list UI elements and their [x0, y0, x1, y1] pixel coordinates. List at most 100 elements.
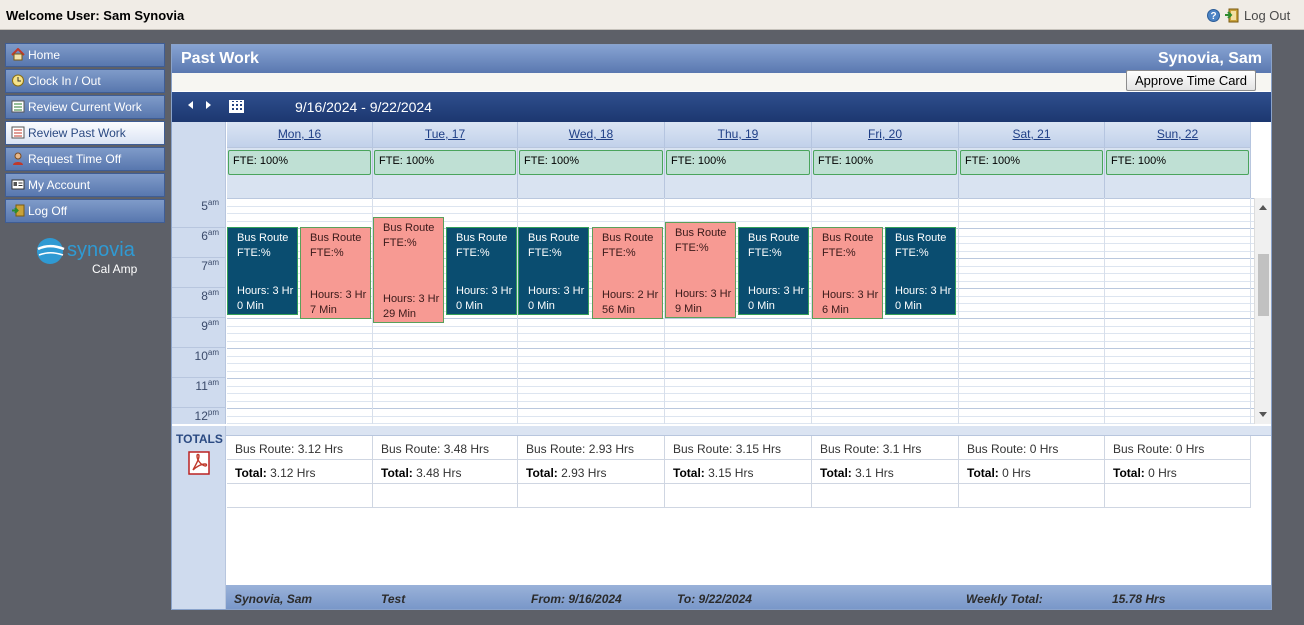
hour-label: 7am: [172, 258, 226, 288]
nav-item-my-account[interactable]: My Account: [5, 173, 165, 197]
day-total-label: Total:: [1113, 466, 1145, 480]
fte-badge[interactable]: FTE: 100%: [374, 150, 516, 175]
totals-label-column: TOTALS: [172, 426, 226, 585]
grid-line: [227, 400, 1254, 402]
event-fte: FTE:%: [675, 242, 709, 254]
day-header-2[interactable]: Wed, 18: [518, 122, 665, 147]
day-totals: Bus Route: 3.12 Hrs Total: 3.12 Hrs: [227, 436, 373, 508]
work-event[interactable]: Bus Route FTE:% Hours: 3 Hr 6 Min: [812, 227, 883, 319]
hour-ampm: am: [207, 348, 219, 357]
nav-item-review-past-work[interactable]: Review Past Work: [5, 121, 165, 145]
id-card-icon: [11, 179, 25, 190]
worksheet-icon: [11, 100, 25, 113]
work-event[interactable]: Bus Route FTE:% Hours: 3 Hr 0 Min: [738, 227, 809, 315]
footer-left-cell: [172, 585, 226, 609]
footer-weekly-label: Weekly Total:: [966, 592, 1043, 606]
work-event[interactable]: Bus Route FTE:% Hours: 3 Hr 9 Min: [665, 222, 736, 318]
all-day-cell: FTE: 100%: [1105, 147, 1251, 198]
scroll-down-icon[interactable]: [1259, 412, 1267, 417]
fte-badge[interactable]: FTE: 100%: [1106, 150, 1249, 175]
fte-badge[interactable]: FTE: 100%: [960, 150, 1103, 175]
prev-week-arrow-icon[interactable]: [188, 101, 193, 109]
approve-time-card-button[interactable]: Approve Time Card: [1126, 70, 1256, 91]
all-day-cell: FTE: 100%: [959, 147, 1105, 198]
scroll-thumb[interactable]: [1258, 254, 1269, 316]
event-hours: Hours: 3 Hr 0 Min: [895, 285, 952, 312]
hour-ampm: am: [207, 318, 219, 327]
work-event[interactable]: Bus Route FTE:% Hours: 3 Hr 0 Min: [446, 227, 517, 315]
event-hours: Hours: 3 Hr 0 Min: [748, 285, 805, 312]
next-week-arrow-icon[interactable]: [206, 101, 211, 109]
fte-badge[interactable]: FTE: 100%: [228, 150, 371, 175]
grid-line: [227, 393, 1254, 394]
day-total-label: Total:: [820, 466, 852, 480]
hour-label: 9am: [172, 318, 226, 348]
work-event[interactable]: Bus Route FTE:% Hours: 3 Hr 0 Min: [227, 227, 298, 315]
schedule-grid: 5am 6am 7am 8am 9am 10am 11am 12pm Bus Route FTE:…: [172, 122, 1271, 474]
vertical-scrollbar[interactable]: [1254, 198, 1271, 424]
week-range: 9/16/2024 - 9/22/2024: [295, 99, 433, 115]
grid-line: [227, 378, 1254, 379]
pdf-icon[interactable]: [188, 451, 210, 475]
hour-number: 5: [201, 199, 208, 213]
calendar-icon[interactable]: [229, 100, 244, 113]
day-header-0[interactable]: Mon, 16: [227, 122, 373, 147]
event-hours: Hours: 3 Hr 29 Min: [383, 293, 440, 320]
user-name: Synovia, Sam: [1157, 50, 1262, 67]
day-header-1[interactable]: Tue, 17: [373, 122, 518, 147]
day-total-value: 2.93 Hrs: [557, 466, 607, 480]
grid-line: [227, 333, 1254, 334]
nav-item-request-time-off[interactable]: Request Time Off: [5, 147, 165, 171]
work-event[interactable]: Bus Route FTE:% Hours: 3 Hr 7 Min: [300, 227, 371, 319]
nav-item-clock-in-out[interactable]: Clock In / Out: [5, 69, 165, 93]
day-total-label: Total:: [967, 466, 999, 480]
help-icon[interactable]: ?: [1207, 9, 1220, 22]
logout-icon[interactable]: [1224, 8, 1240, 23]
day-total-value: 0 Hrs: [1144, 466, 1177, 480]
event-hours: Hours: 2 Hr 56 Min: [602, 289, 659, 316]
day-total-value: 3.12 Hrs: [266, 466, 316, 480]
route-total: Bus Route: 2.93 Hrs: [518, 436, 664, 460]
totals-top-strip: [226, 426, 1271, 436]
day-header-4[interactable]: Fri, 20: [812, 122, 959, 147]
fte-badge[interactable]: FTE: 100%: [813, 150, 957, 175]
column-line: [958, 198, 959, 424]
fte-badge[interactable]: FTE: 100%: [666, 150, 810, 175]
hour-number: 11: [195, 379, 208, 393]
work-event[interactable]: Bus Route FTE:% Hours: 2 Hr 56 Min: [592, 227, 663, 319]
nav-item-home[interactable]: Home: [5, 43, 165, 67]
day-header-5[interactable]: Sat, 21: [959, 122, 1105, 147]
hour-ampm: am: [207, 228, 219, 237]
week-navigation-bar: 9/16/2024 - 9/22/2024: [172, 92, 1271, 122]
nav-item-review-current-work[interactable]: Review Current Work: [5, 95, 165, 119]
nav-item-log-off[interactable]: Log Off: [5, 199, 165, 223]
event-fte: FTE:%: [748, 247, 782, 259]
work-event[interactable]: Bus Route FTE:% Hours: 3 Hr 29 Min: [373, 217, 444, 323]
blank-total-row: [665, 484, 811, 508]
grid-corner: [172, 122, 226, 198]
event-fte: FTE:%: [822, 247, 856, 259]
past-work-panel: Past Work Synovia, Sam Approve Time Card…: [171, 44, 1272, 610]
totals-area: TOTALS Bus Route: 3.12 Hrs Total: 3.12 Hr…: [172, 426, 1271, 585]
work-event[interactable]: Bus Route FTE:% Hours: 3 Hr 0 Min: [518, 227, 589, 315]
grid-line: [227, 363, 1254, 364]
event-title: Bus Route: [310, 232, 362, 244]
fte-badge[interactable]: FTE: 100%: [519, 150, 663, 175]
grid-line: [227, 340, 1254, 342]
grid-line: [227, 213, 1254, 214]
day-total-label: Total:: [235, 466, 267, 480]
hour-number: 6: [201, 229, 208, 243]
logo-brand: synovia: [67, 239, 136, 261]
day-totals: Bus Route: 0 Hrs Total: 0 Hrs: [1105, 436, 1251, 508]
scroll-up-icon[interactable]: [1259, 205, 1267, 210]
event-title: Bus Route: [237, 232, 289, 244]
weekly-summary-footer: Synovia, Sam Test From: 9/16/2024 To: 9/…: [226, 585, 1271, 609]
event-fte: FTE:%: [602, 247, 636, 259]
work-event[interactable]: Bus Route FTE:% Hours: 3 Hr 0 Min: [885, 227, 956, 315]
logout-link[interactable]: Log Out: [1244, 8, 1290, 23]
day-header-6[interactable]: Sun, 22: [1105, 122, 1251, 147]
day-header-3[interactable]: Thu, 19: [665, 122, 812, 147]
day-total: Total: 2.93 Hrs: [518, 460, 664, 484]
all-day-cell: FTE: 100%: [518, 147, 665, 198]
day-total-value: 0 Hrs: [998, 466, 1031, 480]
